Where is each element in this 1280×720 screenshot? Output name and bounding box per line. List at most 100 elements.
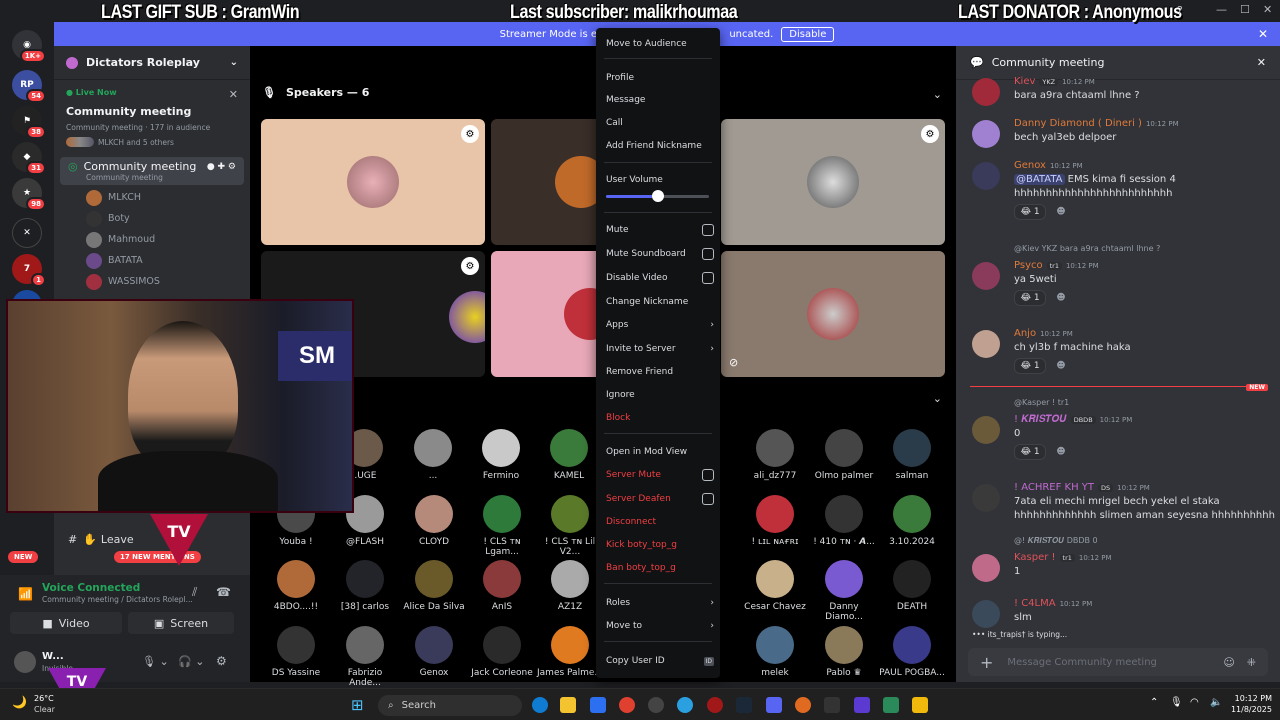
video-button[interactable]: ■ Video bbox=[10, 612, 122, 634]
block-item[interactable]: Block bbox=[606, 409, 714, 427]
reply-preview[interactable]: @Kasper ! tr1 bbox=[1014, 398, 1069, 407]
avatar[interactable] bbox=[972, 330, 1000, 358]
tray-chevron-icon[interactable]: ⌃ bbox=[1150, 697, 1158, 708]
ignore-item[interactable]: Ignore bbox=[606, 386, 714, 404]
volume-slider-handle[interactable] bbox=[651, 190, 664, 202]
audience-member[interactable]: ali_dz777 bbox=[741, 429, 809, 481]
add-reaction-icon[interactable]: ☻ bbox=[1052, 290, 1070, 306]
reaction-button[interactable]: 😂 1 bbox=[1014, 204, 1046, 220]
taskbar-search[interactable]: ⌕ Search bbox=[378, 695, 522, 716]
add-reaction-icon[interactable]: ☻ bbox=[1052, 358, 1070, 374]
voice-member[interactable]: BATATA bbox=[54, 250, 250, 271]
invite-to-server-item[interactable]: Invite to Server › bbox=[606, 340, 714, 358]
audience-member[interactable]: KAMEL bbox=[535, 429, 603, 481]
audience-member[interactable]: Olmo palmer bbox=[810, 429, 878, 481]
leave-channel-item[interactable]: # ✋ Leave bbox=[60, 528, 244, 550]
settings-gear-icon[interactable]: ● ✚ ⚙ bbox=[207, 162, 236, 172]
message-author[interactable]: ! C4LMA 10:12 PM bbox=[1014, 598, 1092, 609]
minimize-icon[interactable]: — bbox=[1216, 3, 1227, 16]
edge-icon[interactable] bbox=[532, 697, 548, 713]
microphone-icon[interactable]: 🎙 ⌄ bbox=[142, 655, 169, 668]
mute-soundboard-item[interactable]: Mute Soundboard bbox=[606, 245, 714, 263]
reply-preview[interactable]: @! 𝑲𝑹𝑰𝑺𝑻𝑶𝑼 DBDB 0 bbox=[1014, 536, 1098, 546]
user-mention[interactable]: @BATATA bbox=[1014, 174, 1065, 185]
windows-start-icon[interactable]: ⊞ bbox=[351, 696, 364, 714]
audience-member[interactable]: PAUL POGBA... bbox=[878, 626, 946, 678]
call-item[interactable]: Call bbox=[606, 114, 714, 132]
server-icon[interactable]: RP 54 bbox=[12, 70, 46, 103]
mute-item[interactable]: Mute bbox=[606, 221, 714, 239]
audience-member[interactable]: DEATH bbox=[878, 560, 946, 612]
user-avatar[interactable] bbox=[14, 651, 36, 673]
telegram-icon[interactable] bbox=[677, 697, 693, 713]
ban-item[interactable]: Ban boty_top_g bbox=[606, 559, 714, 577]
reply-preview[interactable]: @Kiev YKZ bara a9ra chtaaml lhne ? bbox=[1014, 244, 1160, 253]
avatar[interactable] bbox=[972, 120, 1000, 148]
audience-member[interactable]: ! 410 ᴛɴ · 𝘼... bbox=[810, 495, 878, 547]
steam-icon[interactable] bbox=[736, 697, 752, 713]
audience-member[interactable]: ! ʟɪʟ ɴᴀғʀɪ bbox=[741, 495, 809, 547]
message-author[interactable]: Danny Diamond ( Dineri ) 10:12 PM bbox=[1014, 118, 1179, 129]
chat-message[interactable]: @Kasper ! tr1 ! 𝑲𝑹𝑰𝑺𝑻𝑶𝑼 DBDB 10:12 PM 0 😂 1 ☻ bbox=[972, 398, 1268, 460]
roles-item[interactable]: Roles › bbox=[606, 594, 714, 612]
disconnect-item[interactable]: Disconnect bbox=[606, 513, 714, 531]
chat-message[interactable]: @! 𝑲𝑹𝑰𝑺𝑻𝑶𝑼 DBDB 0 Kasper ! tr1 10:12 PM 1 bbox=[972, 536, 1268, 596]
server-mute-item[interactable]: Server Mute bbox=[606, 466, 714, 484]
audience-member[interactable]: ... bbox=[399, 429, 467, 481]
voice-member[interactable]: WASSIMOS bbox=[54, 271, 250, 292]
headphones-icon[interactable]: 🎧 ⌄ bbox=[178, 655, 204, 668]
voice-member[interactable]: Mahmoud bbox=[54, 229, 250, 250]
message-author[interactable]: Genox 10:12 PM bbox=[1014, 160, 1083, 171]
maximize-icon[interactable]: ☐ bbox=[1240, 3, 1250, 16]
server-icon[interactable]: ⚑ 38 bbox=[12, 106, 46, 139]
audience-member[interactable]: [38] carlos bbox=[331, 560, 399, 612]
audience-member[interactable]: 3.10.2024 bbox=[878, 495, 946, 547]
server-icon[interactable]: 71 bbox=[12, 254, 46, 287]
close-icon[interactable]: ✕ bbox=[1257, 56, 1266, 69]
speaker-tile[interactable]: ⚙ bbox=[721, 119, 945, 245]
audience-member[interactable]: ! CLS ᴛɴ Lil V2... bbox=[536, 495, 604, 557]
settings-gear-icon[interactable]: ⚙ bbox=[216, 654, 227, 668]
volume-icon[interactable]: 🔈 bbox=[1210, 697, 1222, 708]
wifi-icon[interactable]: ◠ bbox=[1190, 697, 1199, 708]
avatar[interactable] bbox=[972, 554, 1000, 582]
change-nickname-item[interactable]: Change Nickname bbox=[606, 293, 714, 311]
opera-icon[interactable] bbox=[707, 697, 723, 713]
screen-share-button[interactable]: ▣ Screen bbox=[128, 612, 234, 634]
speaker-tile[interactable]: ⊘ bbox=[721, 251, 945, 377]
audience-member[interactable]: melek bbox=[741, 626, 809, 678]
audience-member[interactable]: Fermino bbox=[467, 429, 535, 481]
chatgpt-icon[interactable] bbox=[648, 697, 664, 713]
chevron-down-icon[interactable]: ⌄ bbox=[933, 88, 942, 101]
audience-member[interactable]: Cesar Chavez bbox=[741, 560, 809, 612]
avatar[interactable] bbox=[972, 416, 1000, 444]
move-to-audience-item[interactable]: Move to Audience bbox=[606, 35, 714, 53]
avatar[interactable] bbox=[972, 600, 1000, 628]
stage-channel-item[interactable]: ◎ Community meeting ● ✚ ⚙ Community meet… bbox=[60, 157, 244, 185]
new-badge[interactable]: NEW bbox=[8, 551, 39, 563]
audience-member[interactable]: salman bbox=[878, 429, 946, 481]
message-author[interactable]: Anjo 10:12 PM bbox=[1014, 328, 1073, 339]
microphone-icon[interactable]: 🎙 bbox=[1170, 697, 1183, 708]
audience-member[interactable]: DS Yassine bbox=[262, 626, 330, 678]
disable-video-checkbox[interactable] bbox=[702, 272, 714, 284]
file-explorer-icon[interactable] bbox=[560, 697, 576, 713]
profile-item[interactable]: Profile bbox=[606, 69, 714, 87]
server-header[interactable]: Dictators Roleplay ⌄ bbox=[54, 46, 250, 80]
audience-member[interactable]: Fabrizio Ande... bbox=[331, 626, 399, 688]
reaction-button[interactable]: 😂 1 bbox=[1014, 290, 1046, 306]
server-icon[interactable]: ◆ 31 bbox=[12, 142, 46, 175]
remove-friend-item[interactable]: Remove Friend bbox=[606, 363, 714, 381]
audience-member[interactable]: Jack Corleone bbox=[468, 626, 536, 678]
voice-member[interactable]: Boty bbox=[54, 208, 250, 229]
add-reaction-icon[interactable]: ☻ bbox=[1052, 204, 1070, 220]
server-icon[interactable]: ★ 98 bbox=[12, 178, 46, 211]
close-icon[interactable]: ✕ bbox=[229, 88, 238, 101]
volume-slider[interactable] bbox=[606, 190, 709, 202]
message-item[interactable]: Message bbox=[606, 91, 714, 109]
message-author[interactable]: Psyco tr1 10:12 PM bbox=[1014, 260, 1099, 271]
reaction-button[interactable]: 😂 1 bbox=[1014, 358, 1046, 374]
signal-icon[interactable]: 📶 bbox=[18, 587, 33, 601]
disconnect-icon[interactable]: ☎ bbox=[216, 585, 231, 599]
message-author[interactable]: ! 𝑲𝑹𝑰𝑺𝑻𝑶𝑼 DBDB 10:12 PM bbox=[1014, 414, 1132, 425]
